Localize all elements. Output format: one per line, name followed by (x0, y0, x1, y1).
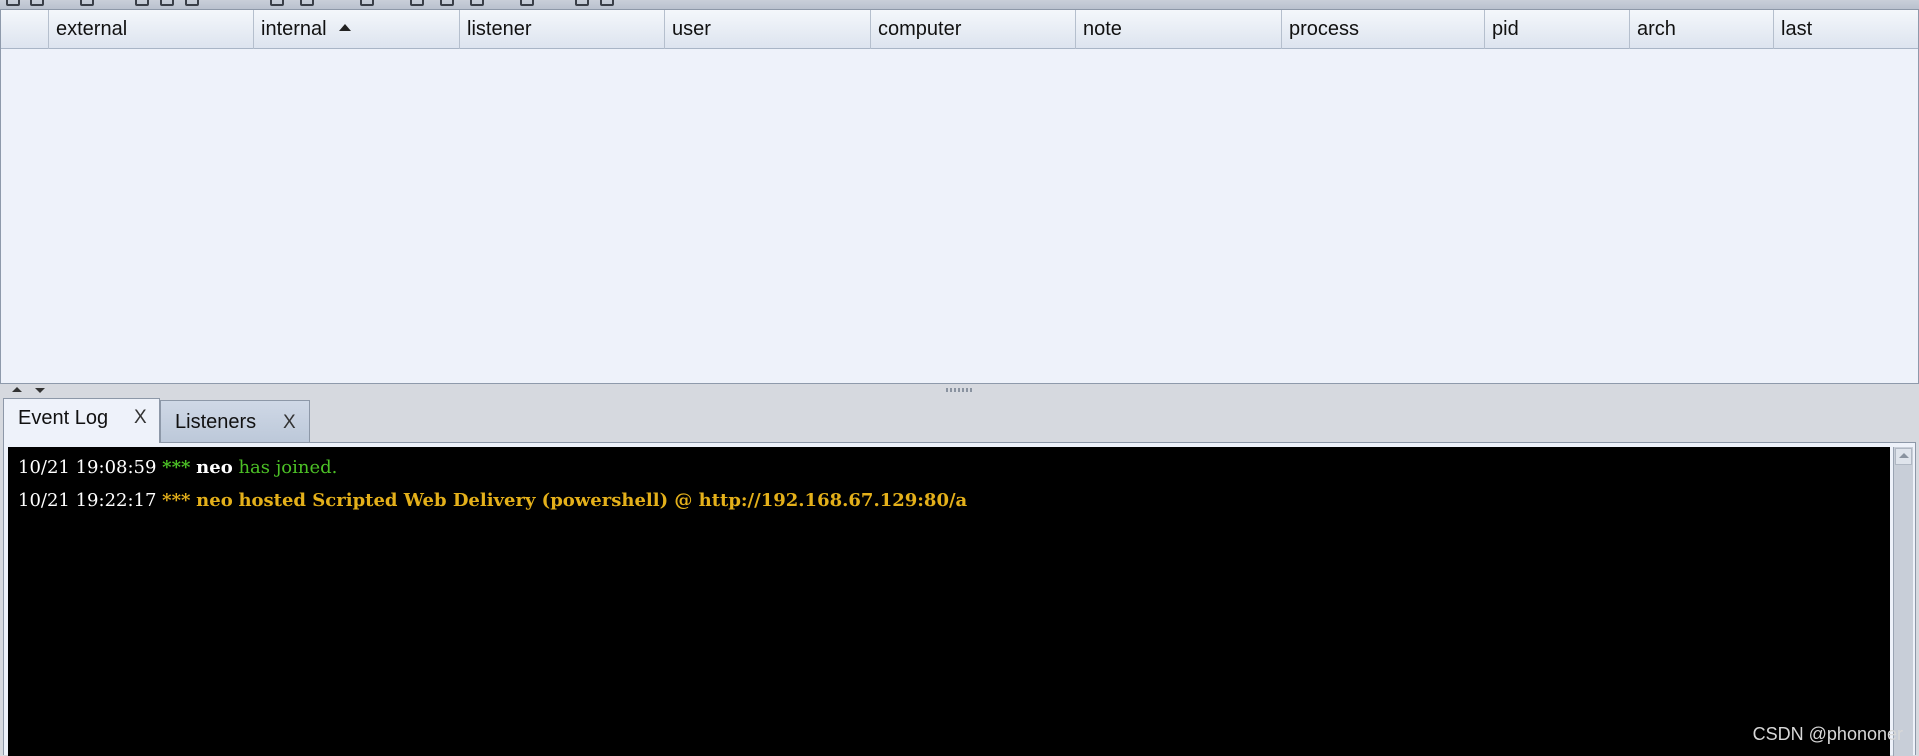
column-header-label: external (56, 18, 127, 40)
credentials-icon[interactable] (270, 0, 284, 6)
column-header-label: listener (467, 18, 531, 40)
column-header-arch[interactable]: arch (1630, 10, 1774, 49)
vertical-scrollbar[interactable] (1893, 447, 1913, 756)
column-header-label: arch (1637, 18, 1676, 40)
table-body[interactable] (1, 49, 1918, 383)
column-header-blank[interactable] (1, 10, 49, 49)
column-header-listener[interactable]: listener (460, 10, 665, 49)
column-header-computer[interactable]: computer (871, 10, 1076, 49)
log-message: hosted Scripted Web Delivery (powershell… (238, 490, 967, 511)
log-timestamp: 10/21 19:22:17 (18, 490, 156, 511)
tab-listeners[interactable]: Listeners X (160, 400, 310, 443)
column-header-process[interactable]: process (1282, 10, 1485, 49)
tab-bar: Event Log X Listeners X (0, 396, 1919, 442)
help-icon[interactable] (575, 0, 589, 6)
column-header-external[interactable]: external (49, 10, 254, 49)
log-timestamp: 10/21 19:08:59 (18, 457, 156, 478)
link-icon[interactable] (520, 0, 534, 6)
log-line: 10/21 19:08:59 *** neo has joined. (18, 451, 1890, 484)
drag-grip-icon[interactable] (946, 388, 972, 392)
pivot-graph-icon[interactable] (185, 0, 199, 6)
split-pane-divider[interactable] (0, 384, 1919, 396)
connect-icon[interactable] (6, 0, 20, 6)
session-table-icon[interactable] (160, 0, 174, 6)
downloads-icon[interactable] (300, 0, 314, 6)
sort-ascending-icon (339, 24, 351, 31)
settings-icon[interactable] (600, 0, 614, 6)
watermark: CSDN @phononer (1753, 724, 1903, 745)
log-user: neo (196, 457, 233, 478)
column-header-label: internal (261, 18, 327, 40)
column-header-label: process (1289, 18, 1359, 40)
log-marker: *** (162, 457, 190, 478)
column-header-label: computer (878, 18, 961, 40)
column-header-label: note (1083, 18, 1122, 40)
sessions-table[interactable]: external internal listener user computer… (0, 10, 1919, 384)
column-header-label: user (672, 18, 711, 40)
disconnect-icon[interactable] (30, 0, 44, 6)
tab-event-log[interactable]: Event Log X (3, 398, 160, 443)
column-header-label: last (1781, 18, 1812, 40)
column-header-note[interactable]: note (1076, 10, 1282, 49)
tab-label: Event Log (18, 407, 108, 429)
collapse-up-icon[interactable] (12, 387, 22, 392)
toolbar (0, 0, 1919, 10)
column-header-user[interactable]: user (665, 10, 871, 49)
column-header-last[interactable]: last (1774, 10, 1918, 49)
screenshots-icon[interactable] (410, 0, 424, 6)
close-tab-listeners-button[interactable]: X (283, 402, 296, 444)
keystrokes-icon[interactable] (360, 0, 374, 6)
web-drive-by-icon[interactable] (470, 0, 484, 6)
collapse-down-icon[interactable] (35, 388, 45, 393)
table-header: external internal listener user computer… (1, 10, 1918, 49)
log-line: 10/21 19:22:17 *** neo hosted Scripted W… (18, 484, 1890, 517)
column-header-internal[interactable]: internal (254, 10, 460, 49)
tab-label: Listeners (175, 411, 256, 433)
close-tab-event-log-button[interactable]: X (134, 399, 147, 437)
event-log-console[interactable]: 10/21 19:08:59 *** neo has joined. 10/21… (8, 447, 1890, 756)
headset-icon[interactable] (80, 0, 94, 6)
target-list-icon[interactable] (135, 0, 149, 6)
payload-icon[interactable] (440, 0, 454, 6)
log-user: neo (196, 490, 233, 511)
event-log-panel: 10/21 19:08:59 *** neo has joined. 10/21… (3, 442, 1916, 755)
column-header-label: pid (1492, 18, 1519, 40)
column-header-pid[interactable]: pid (1485, 10, 1630, 49)
log-message: has joined. (238, 457, 337, 478)
log-marker: *** (162, 490, 190, 511)
scroll-up-button[interactable] (1895, 448, 1912, 465)
